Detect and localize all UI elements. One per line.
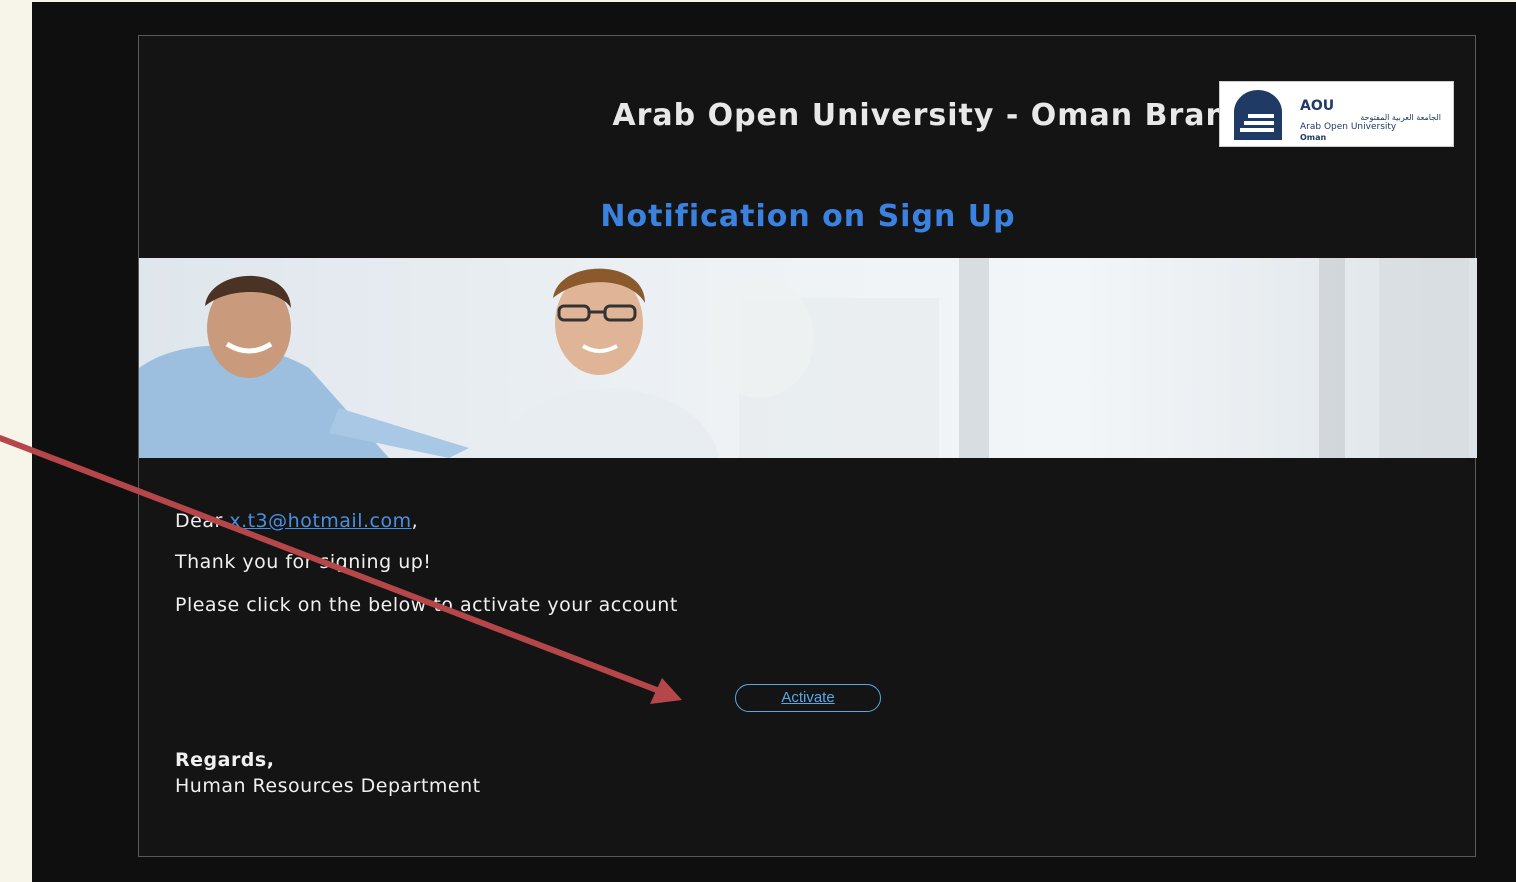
university-title: Arab Open University - Oman Branch bbox=[612, 98, 1269, 133]
banner-illustration bbox=[139, 258, 1469, 458]
logo-abbreviation: AOU bbox=[1300, 98, 1335, 114]
greeting-line: Dear x.t3@hotmail.com, bbox=[175, 510, 418, 532]
logo-english-name: Arab Open University bbox=[1300, 122, 1397, 132]
email-viewer-screen: Arab Open University - Oman Branch AOU ا… bbox=[32, 2, 1516, 882]
logo-arabic-name: الجامعة العربية المفتوحة bbox=[1360, 113, 1441, 122]
department-signature: Human Resources Department bbox=[175, 775, 481, 797]
recipient-email-link[interactable]: x.t3@hotmail.com bbox=[229, 510, 411, 532]
logo-city: Oman bbox=[1300, 133, 1327, 142]
instruction-line: Please click on the below to activate yo… bbox=[175, 594, 678, 616]
greeting-prefix: Dear bbox=[175, 510, 230, 532]
regards-text: Regards, bbox=[175, 749, 275, 771]
greeting-suffix: , bbox=[411, 510, 419, 532]
thank-you-line: Thank you for signing up! bbox=[175, 551, 432, 573]
aou-logo: AOU الجامعة العربية المفتوحة Arab Open U… bbox=[1219, 81, 1454, 147]
email-body: Arab Open University - Oman Branch AOU ا… bbox=[138, 35, 1477, 857]
email-subject-heading: Notification on Sign Up bbox=[600, 199, 1016, 234]
people-banner-image bbox=[139, 258, 1477, 458]
aou-logo-icon bbox=[1234, 90, 1282, 140]
activate-button[interactable]: Activate bbox=[735, 684, 881, 712]
